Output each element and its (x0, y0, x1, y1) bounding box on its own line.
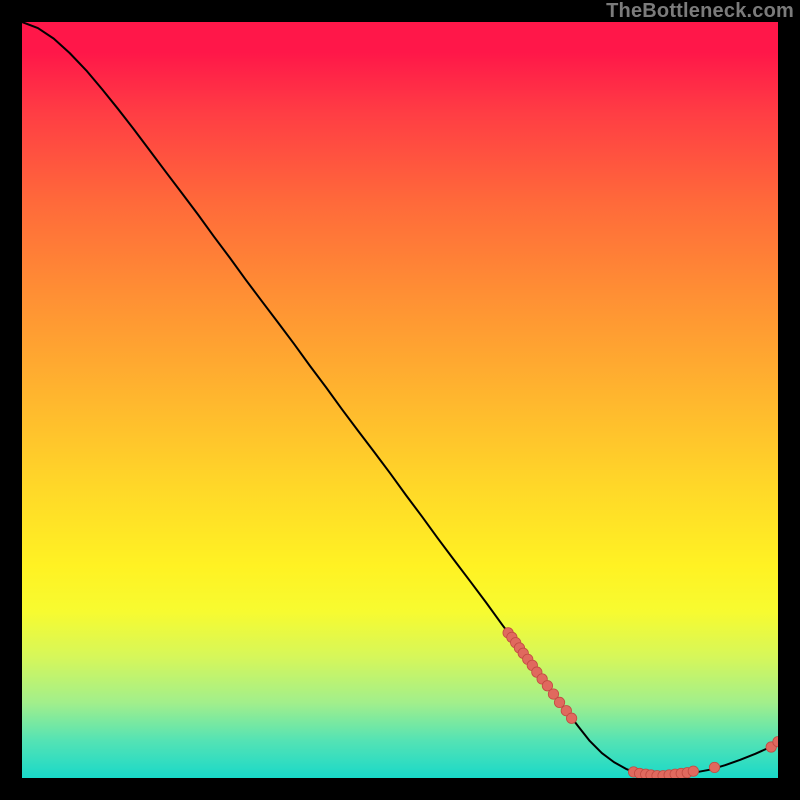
data-point (688, 766, 698, 776)
data-point (709, 762, 719, 772)
data-point-dots (503, 628, 778, 778)
plot-area (22, 22, 778, 778)
watermark-text: TheBottleneck.com (606, 0, 794, 23)
data-point (554, 697, 564, 707)
chart-svg (22, 22, 778, 778)
bottleneck-curve (22, 22, 778, 776)
chart-stage: TheBottleneck.com (0, 0, 800, 800)
data-point (566, 713, 576, 723)
